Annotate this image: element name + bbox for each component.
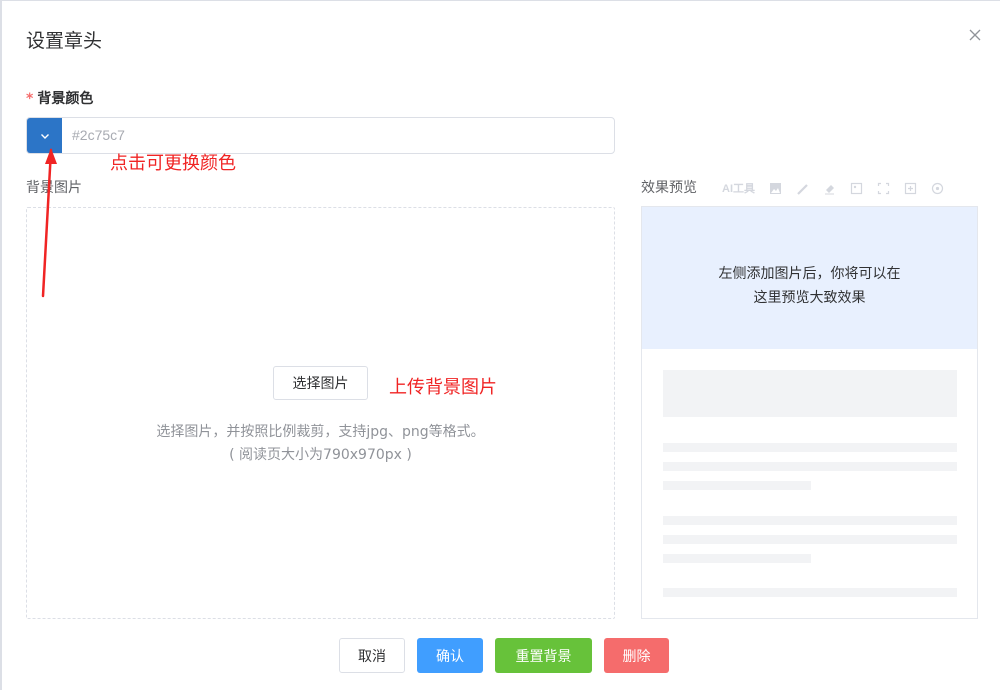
ai-tools-button[interactable]: AI工具: [722, 180, 755, 196]
preview-skeleton-line: [663, 443, 957, 452]
color-value-text[interactable]: #2c75c7: [72, 118, 125, 153]
preview-label: 效果预览: [641, 180, 697, 196]
background-color-label-text: 背景颜色: [37, 91, 94, 107]
background-color-label: * 背景颜色: [26, 88, 93, 108]
close-icon[interactable]: [966, 26, 984, 44]
eraser-icon[interactable]: [823, 182, 836, 195]
add-icon[interactable]: [904, 182, 917, 195]
settings-icon[interactable]: [931, 182, 944, 195]
cancel-button[interactable]: 取消: [339, 638, 405, 673]
annotation-upload-background: 上传背景图片: [389, 377, 497, 398]
preview-skeleton-line: [663, 535, 957, 544]
preview-skeleton-line: [663, 481, 811, 490]
image-icon[interactable]: [769, 182, 782, 195]
window-left-edge: [0, 0, 2, 690]
picture-icon[interactable]: [850, 182, 863, 195]
background-image-label: 背景图片: [26, 180, 82, 196]
select-image-button[interactable]: 选择图片: [273, 366, 368, 400]
reset-background-button[interactable]: 重置背景: [495, 638, 592, 673]
preview-header-area: 左侧添加图片后，你将可以在 这里预览大致效果: [642, 207, 977, 349]
window-top-edge: [0, 0, 1000, 1]
preview-message-line1: 左侧添加图片后，你将可以在: [718, 266, 901, 282]
delete-button[interactable]: 删除: [604, 638, 669, 673]
crop-icon[interactable]: [877, 182, 890, 195]
required-mark: *: [26, 91, 34, 107]
upload-hint-format: 选择图片，并按照比例裁剪，支持jpg、png等格式。: [156, 424, 485, 440]
preview-panel: 左侧添加图片后，你将可以在 这里预览大致效果: [641, 206, 978, 619]
preview-skeleton-block: [663, 370, 957, 417]
color-swatch-button[interactable]: [27, 118, 62, 153]
preview-skeleton-line: [663, 462, 957, 471]
preview-skeleton-line: [663, 588, 957, 597]
preview-skeleton-line: [663, 516, 957, 525]
annotation-change-color: 点击可更换颜色: [110, 153, 236, 174]
upload-hint-size: ( 阅读页大小为790x970px ): [229, 447, 412, 463]
dialog-title: 设置章头: [26, 30, 103, 52]
preview-toolbar: AI工具: [722, 180, 944, 196]
brush-icon[interactable]: [796, 182, 809, 195]
preview-skeleton-line: [663, 554, 811, 563]
confirm-button[interactable]: 确认: [417, 638, 483, 673]
preview-message-line2: 这里预览大致效果: [753, 290, 866, 306]
image-upload-area[interactable]: [26, 207, 615, 619]
chevron-down-icon: [40, 133, 49, 139]
